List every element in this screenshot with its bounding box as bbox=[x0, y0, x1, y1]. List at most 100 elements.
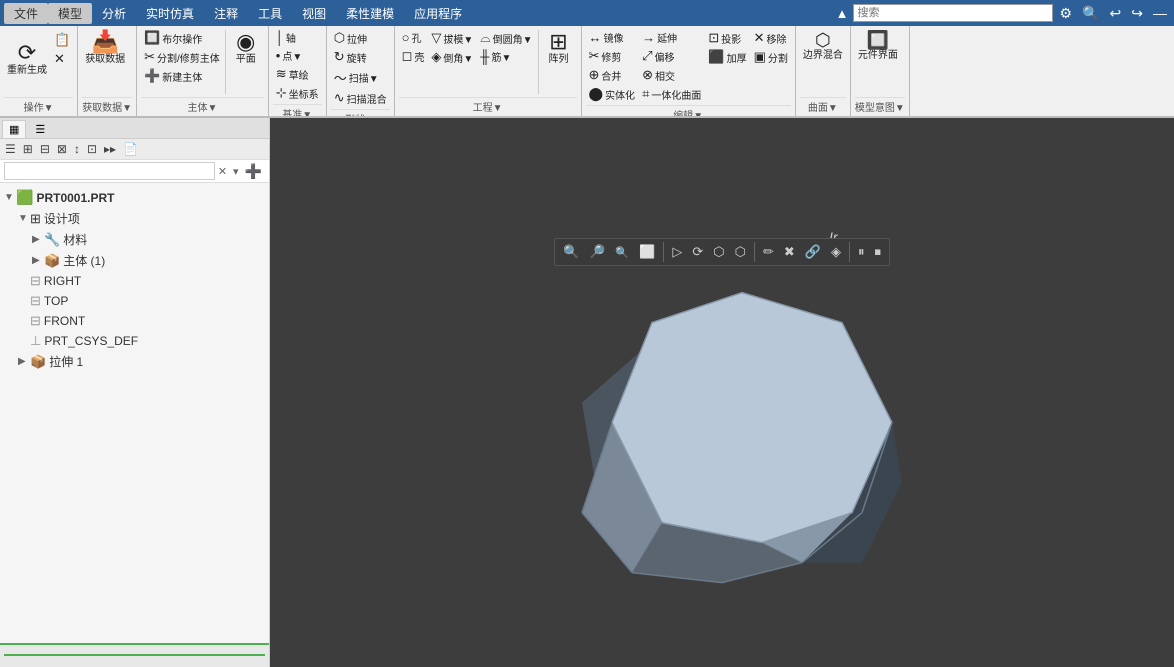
btn-getdata[interactable]: 📥 获取数据 bbox=[82, 29, 128, 68]
btn-delete[interactable]: ✕ bbox=[51, 50, 73, 68]
tree-item-right[interactable]: ⊟ RIGHT bbox=[0, 271, 269, 291]
tb2-pan[interactable]: ▷ bbox=[668, 242, 686, 262]
btn-array[interactable]: ⊞ 阵列 bbox=[541, 29, 577, 68]
btn-boundary-blend[interactable]: ⬡ 边界混合 bbox=[800, 29, 846, 64]
group-label-engineering[interactable]: 工程▼ bbox=[399, 97, 577, 116]
menu-tools[interactable]: 工具 bbox=[248, 3, 292, 24]
btn-merge[interactable]: ⊕合并 bbox=[586, 66, 639, 84]
settings-icon[interactable]: ⚙ bbox=[1057, 5, 1076, 22]
btn-solidify[interactable]: ⬤实体化 bbox=[586, 85, 639, 103]
tree-item-material[interactable]: ▶ 🔧 材料 bbox=[0, 229, 269, 250]
lp-search-go[interactable]: ▾ bbox=[230, 165, 242, 178]
lp-btn-doc[interactable]: 📄 bbox=[120, 141, 141, 157]
menu-model[interactable]: 模型 bbox=[48, 3, 92, 24]
search-icon[interactable]: 🔍 bbox=[1079, 5, 1102, 22]
btn-component-interface[interactable]: 🔲 元件界面 bbox=[855, 29, 901, 64]
btn-sketch[interactable]: ≋草绘 bbox=[273, 65, 322, 83]
btn-extend[interactable]: →延伸 bbox=[639, 29, 704, 46]
lp-btn-sort[interactable]: ↕ bbox=[71, 141, 83, 157]
btn-project[interactable]: ⊡投影 bbox=[705, 29, 749, 47]
group-label-surface[interactable]: 曲面▼ bbox=[800, 97, 846, 116]
btn-divide[interactable]: ▣分割 bbox=[751, 48, 791, 66]
lp-search-input[interactable] bbox=[4, 162, 215, 180]
btn-hole[interactable]: ○孔 bbox=[399, 29, 428, 46]
btn-shell[interactable]: ◻壳 bbox=[399, 47, 428, 65]
menu-file[interactable]: 文件 bbox=[4, 3, 48, 24]
menu-apps[interactable]: 应用程序 bbox=[404, 3, 472, 24]
tb2-cross[interactable]: ✖ bbox=[780, 242, 799, 262]
btn-plane[interactable]: ◉ 平面 bbox=[228, 29, 264, 68]
lp-add-btn[interactable]: ➕ bbox=[242, 163, 265, 180]
btn-point[interactable]: •点▼ bbox=[273, 47, 322, 64]
btn-intersect[interactable]: ⊗相交 bbox=[639, 66, 704, 84]
lp-tab-list[interactable]: ☰ bbox=[28, 120, 52, 138]
btn-blend[interactable]: ∿扫描混合 bbox=[331, 89, 390, 107]
btn-axis[interactable]: │轴 bbox=[273, 29, 322, 46]
menu-simulation[interactable]: 实时仿真 bbox=[136, 3, 204, 24]
viewport[interactable]: 🔍 🔎 🔍 ⬜ ▷ ⟳ ⬡ ⬡ ✏ ✖ 🔗 ◈ ⏸ ⏹ bbox=[270, 118, 1174, 667]
lp-btn-settings[interactable]: ⊡ bbox=[84, 141, 100, 157]
lp-search-clear[interactable]: ✕ bbox=[215, 165, 230, 178]
btn-boolean[interactable]: 🔲布尔操作 bbox=[141, 29, 223, 47]
group-label-edit[interactable]: 编辑▼ bbox=[586, 105, 791, 116]
tb2-zoom-out[interactable]: 🔍 bbox=[611, 244, 633, 261]
btn-copy[interactable]: 📋 bbox=[51, 31, 73, 49]
btn-mirror[interactable]: ↔镜像 bbox=[586, 29, 639, 46]
group-label-intent[interactable]: 模型意图▼ bbox=[855, 97, 905, 116]
group-label-operations[interactable]: 操作▼ bbox=[4, 97, 73, 116]
menu-analysis[interactable]: 分析 bbox=[92, 3, 136, 24]
btn-regenerate[interactable]: ⟳ 重新生成 bbox=[4, 29, 50, 89]
expand-body[interactable]: ▶ bbox=[32, 255, 44, 266]
tree-item-design[interactable]: ▼ ⊞ 设计项 bbox=[0, 208, 269, 229]
btn-thicken[interactable]: ⬛加厚 bbox=[705, 48, 749, 66]
btn-offset[interactable]: ⤢偏移 bbox=[639, 47, 704, 65]
undo-icon[interactable]: ↩ bbox=[1107, 5, 1125, 22]
lp-tab-tree[interactable]: ▦ bbox=[2, 120, 26, 138]
tb2-pencil[interactable]: ✏ bbox=[759, 242, 778, 262]
lp-btn-tree-view[interactable]: ☰ bbox=[2, 141, 19, 157]
btn-round[interactable]: ⌓倒圆角▼ bbox=[477, 29, 535, 47]
expand-design[interactable]: ▼ bbox=[18, 213, 30, 224]
btn-extrude[interactable]: ⬡拉伸 bbox=[331, 29, 390, 47]
btn-coord[interactable]: ⊹坐标系 bbox=[273, 84, 322, 102]
expand-extrude1[interactable]: ▶ bbox=[18, 356, 30, 367]
tb2-zoom-fit[interactable]: 🔍 bbox=[559, 242, 583, 262]
btn-draft[interactable]: ▽拔模▼ bbox=[428, 29, 476, 47]
tree-item-front[interactable]: ⊟ FRONT bbox=[0, 311, 269, 331]
tb2-stop[interactable]: ⏹ bbox=[870, 242, 885, 262]
tree-item-csys[interactable]: ⊥ PRT_CSYS_DEF bbox=[0, 331, 269, 351]
btn-split[interactable]: ✂分割/修剪主体 bbox=[141, 48, 223, 66]
redo-icon[interactable]: ↪ bbox=[1128, 5, 1146, 22]
btn-remove[interactable]: ✕移除 bbox=[751, 29, 791, 47]
tree-item-body[interactable]: ▶ 📦 主体 (1) bbox=[0, 250, 269, 271]
lp-btn-collapse[interactable]: ⊟ bbox=[37, 141, 53, 157]
menu-annotation[interactable]: 注释 bbox=[204, 3, 248, 24]
btn-unified[interactable]: ⌗一体化曲面 bbox=[639, 85, 704, 103]
tb2-pause[interactable]: ⏸ bbox=[854, 242, 869, 262]
group-label-getdata[interactable]: 获取数据▼ bbox=[82, 97, 132, 116]
tb2-select[interactable]: ⬡ bbox=[731, 242, 750, 262]
lp-btn-filter[interactable]: ⊠ bbox=[54, 141, 70, 157]
group-label-shape[interactable]: 形状▼ bbox=[331, 109, 390, 116]
tb2-frame[interactable]: ⬜ bbox=[635, 242, 659, 262]
group-label-body[interactable]: 主体▼ bbox=[141, 97, 264, 116]
tree-item-extrude1[interactable]: ▶ 📦 拉伸 1 bbox=[0, 351, 269, 372]
tb2-orbit[interactable]: ⬡ bbox=[709, 242, 728, 262]
btn-rib[interactable]: ╫筋▼ bbox=[477, 48, 535, 65]
lp-btn-expand[interactable]: ⊞ bbox=[20, 141, 36, 157]
btn-newbody[interactable]: ➕新建主体 bbox=[141, 67, 223, 85]
tree-item-top[interactable]: ⊟ TOP bbox=[0, 291, 269, 311]
search-input[interactable] bbox=[853, 4, 1053, 22]
expand-prt[interactable]: ▼ bbox=[4, 192, 16, 203]
tree-item-prt[interactable]: ▼ 🟩 PRT0001.PRT bbox=[0, 187, 269, 208]
tb2-link[interactable]: 🔗 bbox=[801, 242, 825, 262]
close-icon[interactable]: — bbox=[1150, 5, 1170, 21]
expand-material[interactable]: ▶ bbox=[32, 234, 44, 245]
btn-revolve[interactable]: ↻旋转 bbox=[331, 48, 390, 66]
tb2-zoom-in[interactable]: 🔎 bbox=[585, 242, 609, 262]
tb2-gem[interactable]: ◈ bbox=[827, 242, 845, 262]
lp-btn-more[interactable]: ▸▸ bbox=[101, 141, 119, 157]
btn-chamfer[interactable]: ◈倒角▼ bbox=[428, 48, 476, 66]
btn-sweep[interactable]: 〜扫描▼ bbox=[331, 67, 390, 88]
tb2-rotate[interactable]: ⟳ bbox=[688, 242, 707, 262]
